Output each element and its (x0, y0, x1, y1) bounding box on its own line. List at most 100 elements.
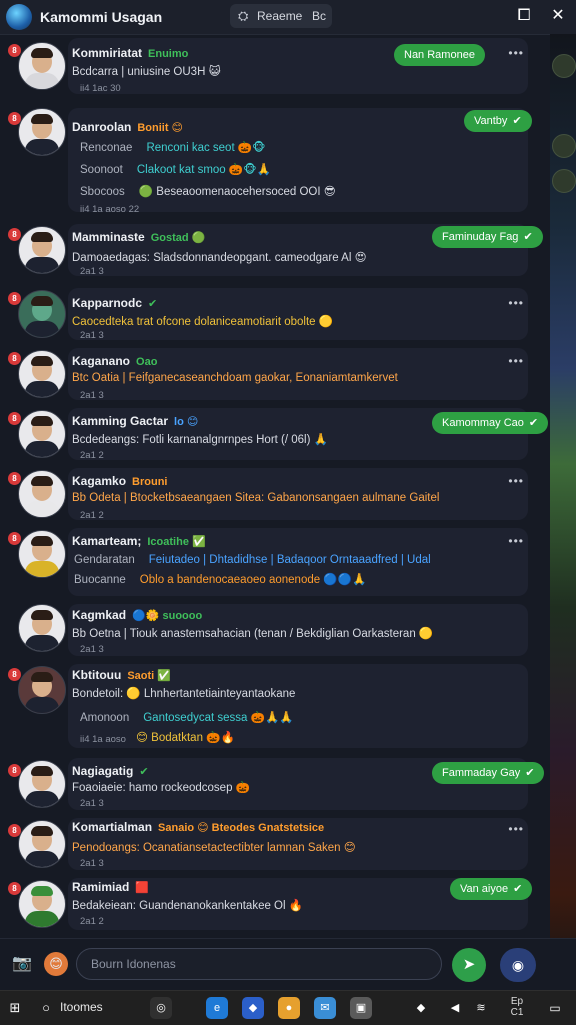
list-item[interactable]: 8 Kapparnodc ✔ Caocedteka trat ofcone dol… (0, 288, 548, 346)
maximize-icon[interactable]: ⧠ (514, 6, 534, 26)
message-meta: ii4 1a aoso (80, 734, 126, 745)
notifications-icon[interactable]: ▭ (546, 998, 564, 1018)
more-icon[interactable]: ••• (508, 354, 524, 368)
avatar[interactable] (18, 350, 66, 398)
message-text: Bcdcarra | uniusine OU3H 😺 (72, 66, 221, 78)
side-preview-panel (550, 34, 576, 990)
camera-icon[interactable]: 📷 (12, 953, 34, 975)
avatar[interactable] (18, 604, 66, 652)
sender-name: Danroolan Boniit 😊 (72, 120, 184, 134)
task-view-icon[interactable]: ◎ (150, 997, 172, 1019)
windows-start-icon[interactable]: ⊞ (8, 998, 22, 1018)
close-icon[interactable]: ✕ (548, 6, 568, 26)
search-icon[interactable]: ○ (38, 998, 54, 1018)
avatar[interactable] (18, 290, 66, 338)
app-icon[interactable]: ▣ (350, 997, 372, 1019)
avatar[interactable] (18, 760, 66, 808)
sender-name: Komartialman Sanaio 😊 Bteodes Gnatstetsic… (72, 820, 325, 834)
sender-name: Kagmkad 🔵🌼 suoooo (72, 608, 203, 622)
status-pill[interactable]: Van aiyoe ✔ (450, 878, 533, 900)
voice-icon[interactable]: ◉ (500, 948, 536, 982)
avatar[interactable] (18, 226, 66, 274)
message-text: Bb Odeta | Btocketbsaeangaen Sitea: Gaba… (72, 492, 440, 504)
avatar[interactable] (18, 820, 66, 868)
side-avatar[interactable] (552, 134, 576, 158)
status-pill[interactable]: Faminuday Fag ✔ (432, 226, 543, 248)
message-text: Bb Oetna | Tiouk anastemsahacian (tenan … (72, 628, 434, 640)
message-subline: Sbocoos 🟢 Beseaoomenaocehersoced OOI 😎 (80, 186, 336, 198)
message-subline: Renconae Renconi kac seot 🎃🐵 (80, 142, 266, 154)
list-item[interactable]: 8 Danroolan Boniit 😊 Renconae Renconi kac … (0, 108, 548, 216)
list-item[interactable]: 8 Ramimiad 🟥 Bedakeiean: Guandenanokanken… (0, 878, 548, 936)
avatar[interactable] (18, 410, 66, 458)
unread-badge: 8 (8, 228, 21, 241)
list-item[interactable]: 8 Kommiriatat Enuimo Bcdcarra | uniusine … (0, 38, 548, 106)
sender-name: Mamminaste Gostad 🟢 (72, 230, 206, 244)
side-avatar[interactable] (552, 54, 576, 78)
avatar[interactable] (18, 470, 66, 518)
emoji-icon[interactable]: 😊 (44, 952, 68, 976)
avatar[interactable] (18, 42, 66, 90)
message-subline: 😊 Bodatktan 🎃🔥 (136, 732, 235, 744)
side-avatar[interactable] (552, 169, 576, 193)
list-item[interactable]: 8 Kaganano Oao Btc Oatia | Feifganecasean… (0, 348, 548, 406)
list-item[interactable]: 8 Kamarteam; Icoatihe ✅ Gendaratan Feiutad… (0, 528, 548, 602)
edge-icon[interactable]: e (206, 997, 228, 1019)
message-meta: 2a1 3 (80, 798, 104, 809)
more-icon[interactable]: ••• (508, 822, 524, 836)
avatar[interactable] (18, 108, 66, 156)
status-pill[interactable]: Nan Ramonee (394, 44, 485, 66)
volume-icon[interactable]: ◀ (448, 998, 462, 1018)
list-item[interactable]: Kagmkad 🔵🌼 suoooo Bb Oetna | Tiouk anaste… (0, 604, 548, 662)
message-meta: 2a1 2 (80, 450, 104, 461)
unread-badge: 8 (8, 882, 21, 895)
message-meta: 2a1 3 (80, 266, 104, 277)
list-item[interactable]: 8 Kagamko Brouni Bb Odeta | Btocketbsaean… (0, 468, 548, 526)
taskbar: ⊞ ○ Itoomes ◎ e ◆ ● ✉ ▣ ◆ ◀ ≋ Ep C1 ▭ (0, 990, 576, 1025)
location-icon[interactable]: ◆ (414, 998, 428, 1018)
sender-tag: ✔ (148, 298, 158, 310)
mail-icon[interactable]: ✉ (314, 997, 336, 1019)
list-item[interactable]: 8 Komartialman Sanaio 😊 Bteodes Gnatstets… (0, 818, 548, 876)
status-pill[interactable]: Vantby ✔ (464, 110, 532, 132)
sender-tag: Oao (136, 356, 158, 368)
avatar[interactable] (18, 530, 66, 578)
taskbar-search-label[interactable]: Itoomes (60, 1000, 103, 1014)
store-icon[interactable]: ◆ (242, 997, 264, 1019)
more-icon[interactable]: ••• (508, 46, 524, 60)
message-meta: 2a1 3 (80, 330, 104, 341)
chrome-icon[interactable]: ● (278, 997, 300, 1019)
search-icon: ⛭ (238, 8, 249, 23)
avatar[interactable] (18, 666, 66, 714)
sender-name: Kamming Gactar lo 😊 (72, 414, 199, 428)
more-icon[interactable]: ••• (508, 296, 524, 310)
more-icon[interactable]: ••• (508, 474, 524, 488)
wifi-icon[interactable]: ≋ (474, 998, 488, 1018)
list-item[interactable]: 8 Kamming Gactar lo 😊 Bcdedeangs: Fotli k… (0, 408, 549, 466)
status-pill[interactable]: Kamommay Cao ✔ (432, 412, 549, 434)
chat-list: 8 Kommiriatat Enuimo Bcdcarra | uniusine … (0, 34, 550, 938)
message-subline: Soonoot Clakoot kat smoo 🎃🐵🙏 (80, 164, 271, 176)
more-icon[interactable]: ••• (508, 534, 524, 548)
message-text: Btc Oatia | Feifganecaseanchdoam gaokar,… (72, 372, 398, 384)
list-item[interactable]: 8 Kbtitouu Saoti ✅ Bondetoil: 🟡 Lhnhertan… (0, 664, 548, 752)
message-text: Caocedteka trat ofcone dolaniceamotiarit… (72, 316, 334, 328)
unread-badge: 8 (8, 472, 21, 485)
message-meta: ii4 1a aoso 22 (80, 204, 140, 215)
send-icon[interactable]: ➤ (452, 948, 486, 982)
unread-badge: 8 (8, 352, 21, 365)
message-meta: 2a1 3 (80, 390, 104, 401)
message-input[interactable] (76, 948, 442, 980)
sender-tag: Saoti ✅ (127, 670, 171, 682)
sender-name: Kamarteam; Icoatihe ✅ (72, 534, 206, 548)
search-suffix: Bc (312, 9, 327, 23)
message-text: Damoaedagas: Sladsdonnandeopgant. cameod… (72, 252, 367, 264)
list-item[interactable]: 8 Nagiagatig ✔ Foaoiaeie: hamo rockeodcos… (0, 758, 548, 816)
unread-badge: 8 (8, 44, 21, 57)
avatar[interactable] (18, 880, 66, 928)
unread-badge: 8 (8, 292, 21, 305)
clock[interactable]: Ep C1 (506, 996, 528, 1018)
list-item[interactable]: 8 Mamminaste Gostad 🟢 Damoaedagas: Sladsd… (0, 224, 548, 282)
search-box[interactable]: ⛭ Reaeme Bc (230, 4, 332, 28)
status-pill[interactable]: Fammaday Gay ✔ (432, 762, 545, 784)
